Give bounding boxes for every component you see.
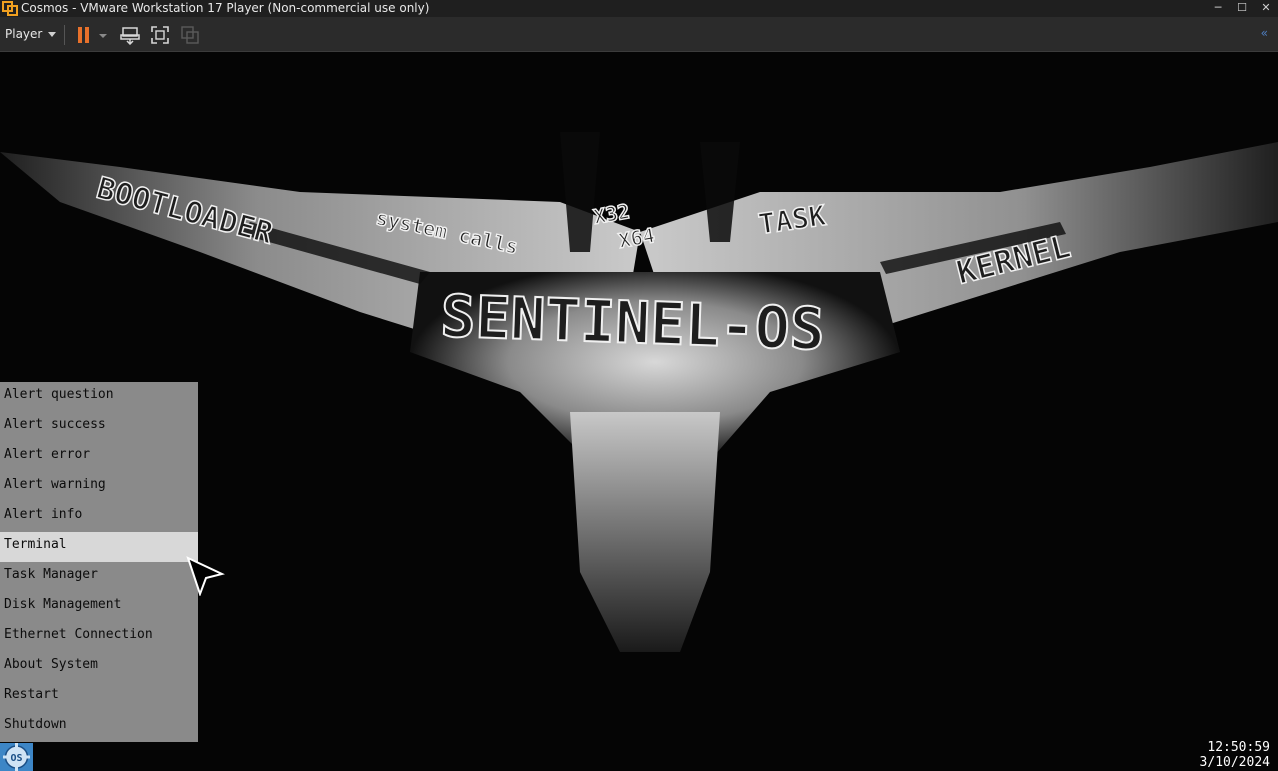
chevron-down-icon: [48, 32, 57, 37]
clock-time: 12:50:59: [1207, 740, 1270, 755]
title-bar: Cosmos - VMware Workstation 17 Player (N…: [0, 0, 1278, 17]
start-menu: Alert question Alert success Alert error…: [0, 382, 198, 742]
wallpaper-text-sentinel-os: SENTINEL-OS: [440, 282, 826, 363]
menu-item-shutdown[interactable]: Shutdown: [0, 712, 198, 742]
menu-item-alert-warning[interactable]: Alert warning: [0, 472, 198, 502]
unity-icon[interactable]: [180, 25, 200, 45]
menu-item-alert-error[interactable]: Alert error: [0, 442, 198, 472]
mouse-cursor-icon: [186, 556, 225, 596]
start-button[interactable]: OS: [0, 743, 33, 771]
menu-item-alert-question[interactable]: Alert question: [0, 382, 198, 412]
close-button[interactable]: ✕: [1253, 0, 1278, 17]
toolbar-divider: [64, 25, 65, 45]
start-button-label: OS: [10, 753, 22, 764]
clock-date: 3/10/2024: [1199, 755, 1270, 770]
menu-item-task-manager[interactable]: Task Manager: [0, 562, 198, 592]
dropdown-arrow-icon[interactable]: [96, 25, 110, 45]
vmware-icon: [2, 1, 18, 16]
pause-icon[interactable]: [74, 25, 94, 45]
menu-item-ethernet-connection[interactable]: Ethernet Connection: [0, 622, 198, 652]
menu-item-disk-management[interactable]: Disk Management: [0, 592, 198, 622]
menu-item-alert-success[interactable]: Alert success: [0, 412, 198, 442]
menu-item-alert-info[interactable]: Alert info: [0, 502, 198, 532]
player-menu-button[interactable]: Player: [5, 17, 57, 52]
window-title: Cosmos - VMware Workstation 17 Player (N…: [21, 1, 430, 15]
menu-item-terminal[interactable]: Terminal: [0, 532, 198, 562]
menu-item-about-system[interactable]: About System: [0, 652, 198, 682]
maximize-button[interactable]: ☐: [1229, 0, 1255, 17]
player-menu-label: Player: [5, 27, 43, 41]
fullscreen-icon[interactable]: [150, 25, 170, 45]
taskbar-clock: 12:50:59 3/10/2024: [1200, 740, 1270, 770]
vm-display[interactable]: BOOTLOADER system calls X32 X64 TASK KER…: [0, 52, 1278, 771]
menu-item-restart[interactable]: Restart: [0, 682, 198, 712]
toolbar: Player «: [0, 17, 1278, 52]
collapse-toolbar-button[interactable]: «: [1261, 26, 1268, 40]
minimize-button[interactable]: ─: [1205, 0, 1231, 17]
send-ctrl-alt-del-icon[interactable]: [120, 25, 140, 45]
